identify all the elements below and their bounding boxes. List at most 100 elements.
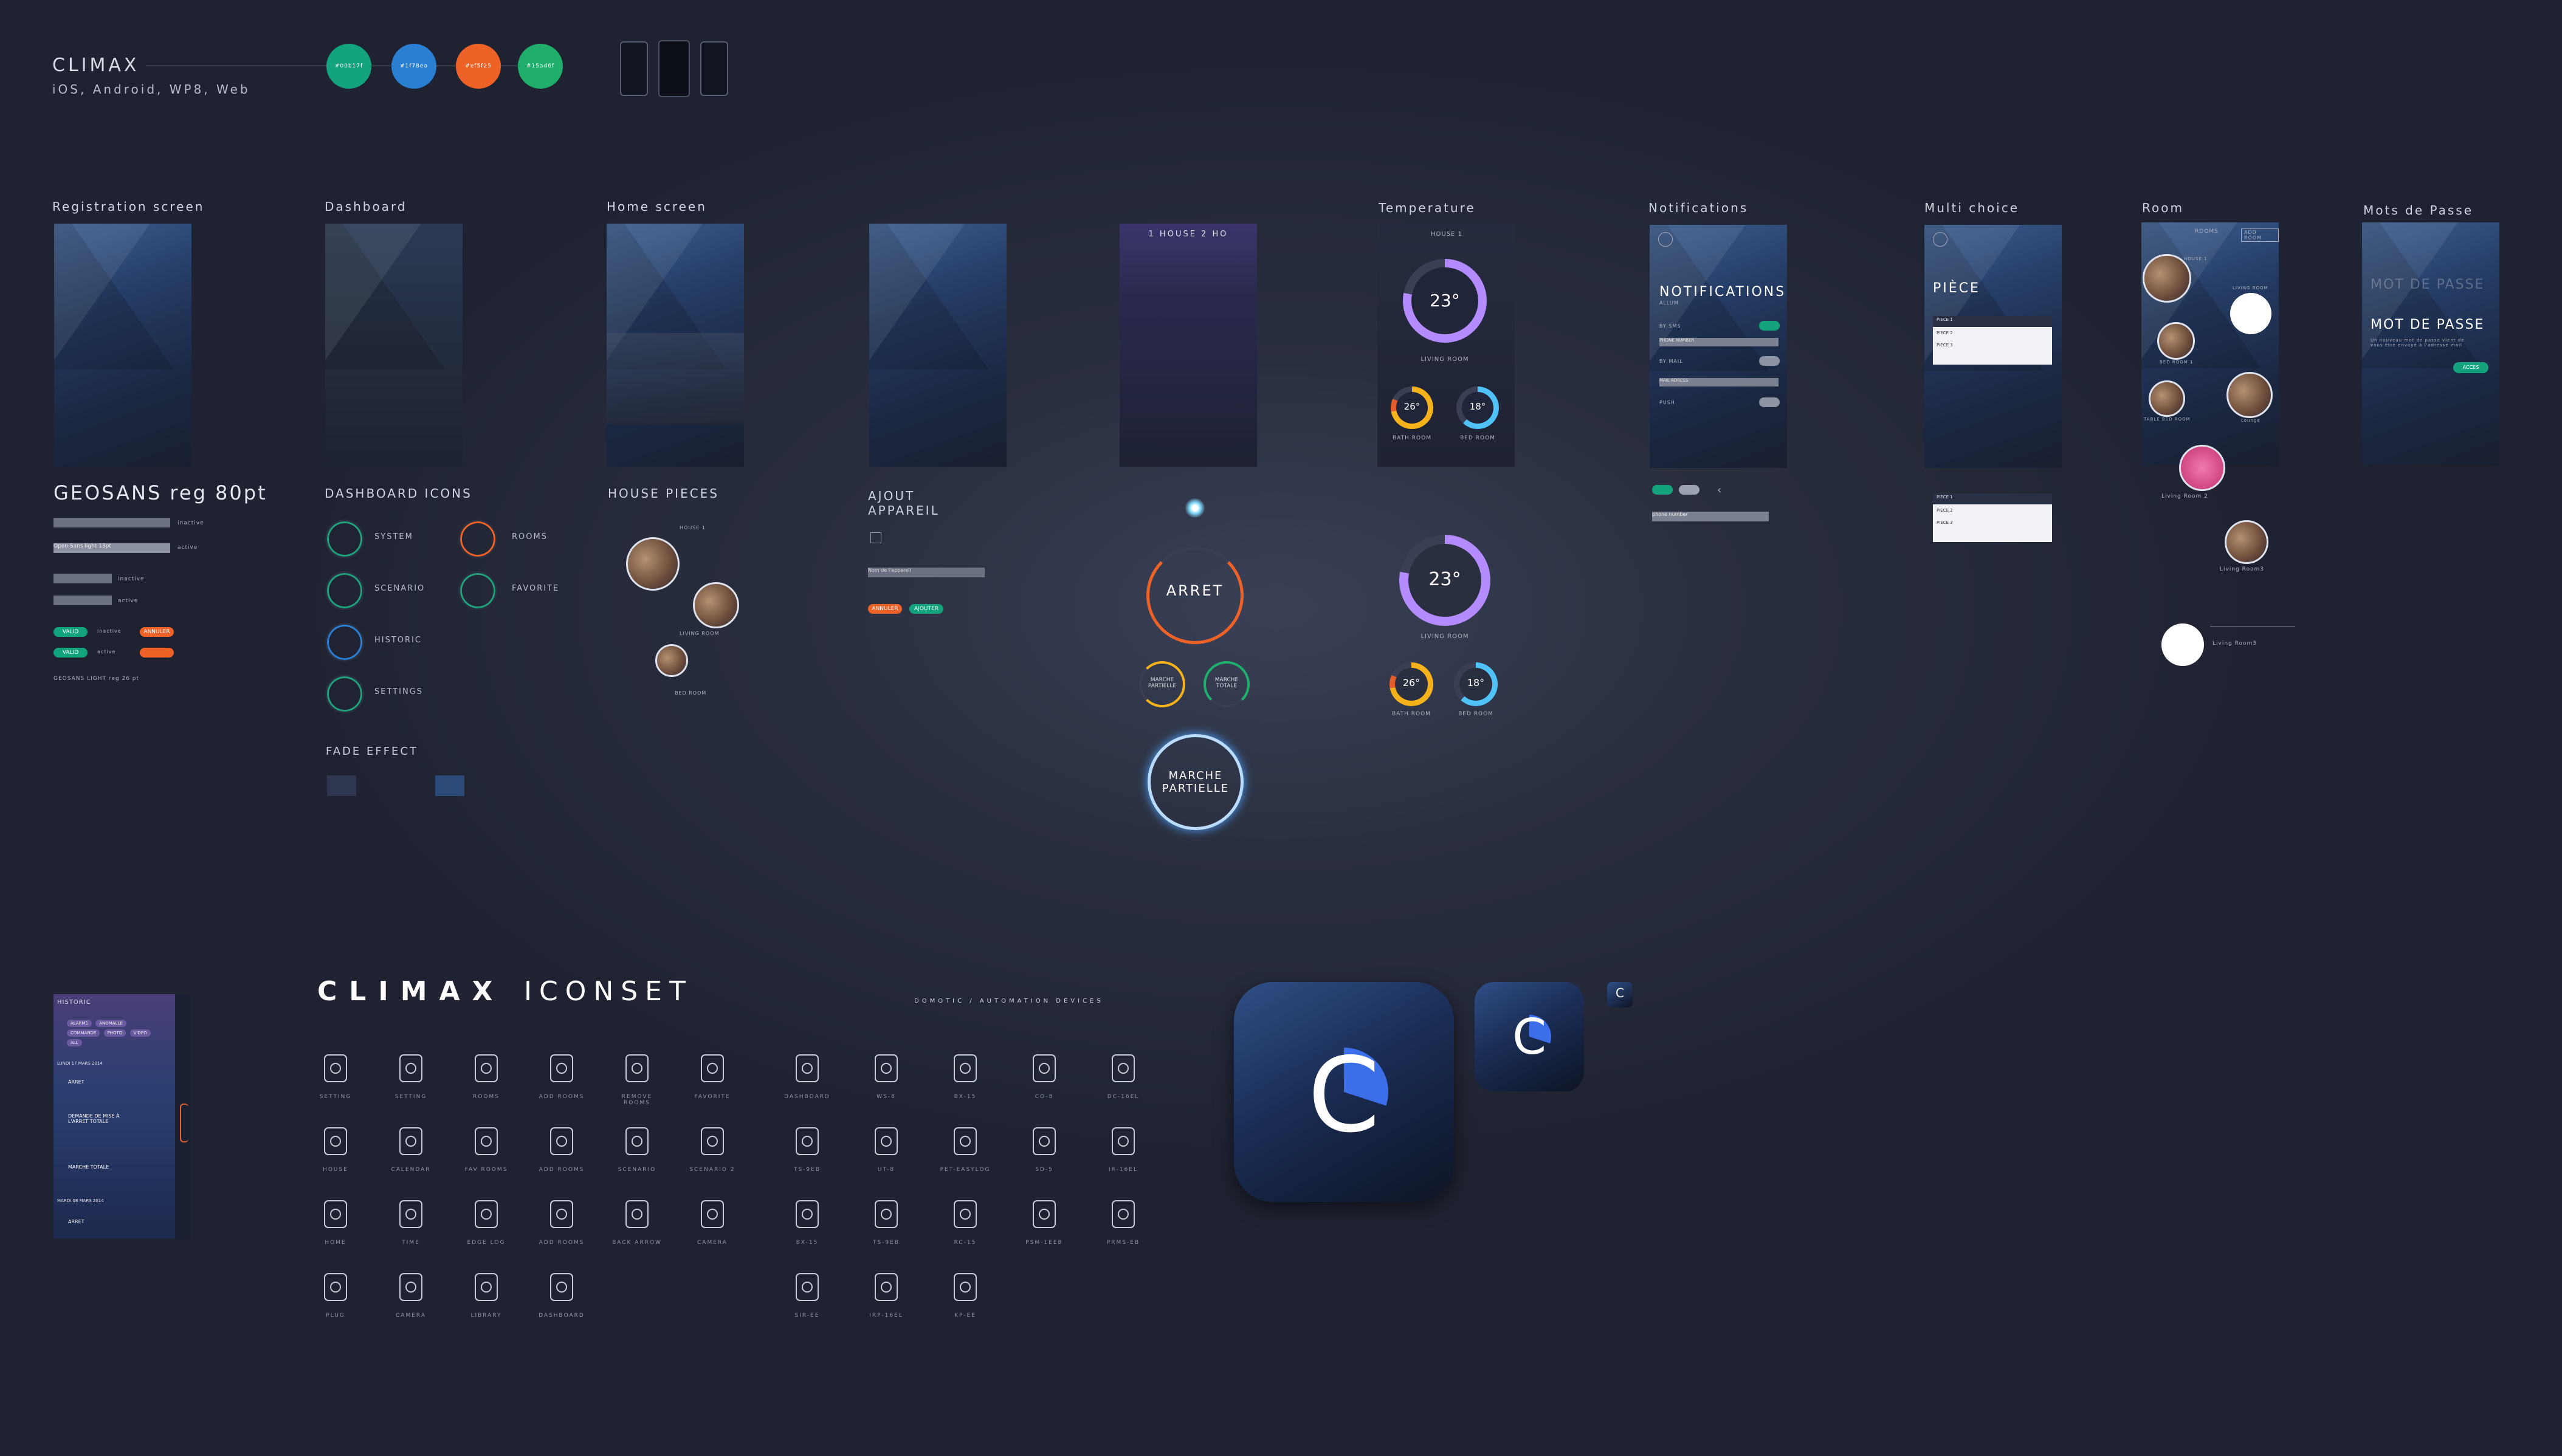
acces-button[interactable]: ACCES — [2453, 362, 2488, 373]
piece-option-2[interactable]: PIECE 2 — [1933, 504, 2052, 517]
toggle-sample-off[interactable] — [1679, 485, 1699, 495]
dashboard-screen[interactable] — [325, 224, 463, 467]
psm-1eeb-icon[interactable] — [1024, 1193, 1065, 1235]
scenario-icon[interactable] — [616, 1121, 658, 1162]
mail-address-field[interactable]: MAIL ADRESS — [1659, 378, 1779, 386]
historic-screen[interactable]: HISTORIC ALARMS ANOMALLE COMMANDE PHOTO … — [53, 994, 191, 1238]
house-tabs-screen[interactable]: 1 HOUSE 2 HO — [1120, 224, 1257, 467]
home-icon[interactable] — [315, 1193, 356, 1235]
piece-option-2[interactable]: PIECE 2 — [1933, 327, 2052, 339]
input-short-active[interactable] — [53, 596, 112, 605]
registration-screen[interactable] — [54, 224, 191, 467]
piece-dropdown[interactable]: PIECE 1 PIECE 2 PIECE 3 — [1933, 316, 2052, 365]
prms-eb-icon[interactable] — [1103, 1193, 1144, 1235]
fav-rooms-icon[interactable] — [466, 1121, 507, 1162]
scenario-icon[interactable] — [325, 571, 364, 610]
library-icon[interactable] — [466, 1266, 507, 1308]
temp-house-tab[interactable]: HOUSE 1 — [1431, 231, 1462, 238]
time-icon[interactable] — [390, 1193, 432, 1235]
settings-icon[interactable] — [325, 675, 364, 713]
piece-option-3[interactable]: PIECE 3 — [1933, 517, 2052, 529]
favorite-icon[interactable] — [692, 1048, 733, 1089]
room-circle-living[interactable] — [2230, 293, 2271, 334]
piece-dropdown-sample[interactable]: PIECE 1 PIECE 2 PIECE 3 — [1933, 493, 2052, 542]
room-photo-bed[interactable] — [2157, 322, 2195, 360]
room-screen[interactable]: ROOMS ADD ROOM HOUSE 1 LIVING ROOM BED R… — [2141, 222, 2279, 465]
room-add-circle[interactable] — [2161, 623, 2204, 666]
annuler-button-active[interactable] — [140, 648, 174, 658]
co-8-icon[interactable] — [1024, 1048, 1065, 1089]
sir-ee-icon[interactable] — [787, 1266, 828, 1308]
ts-9eb-icon[interactable] — [787, 1121, 828, 1162]
living-room-photo[interactable] — [693, 582, 739, 628]
ajout-annuler-button[interactable]: ANNULER — [868, 604, 902, 614]
setting-icon[interactable] — [390, 1048, 432, 1089]
annuler-button-inactive[interactable]: ANNULER — [140, 627, 174, 637]
app-icon-medium[interactable]: C — [1475, 982, 1584, 1091]
piece-option-3[interactable]: PIECE 3 — [1933, 339, 2052, 351]
add-rooms-icon[interactable] — [541, 1193, 582, 1235]
app-icon-small[interactable]: C — [1607, 982, 1633, 1008]
ut-8-icon[interactable] — [866, 1121, 907, 1162]
house-photo[interactable] — [626, 537, 680, 591]
home-screen-2[interactable] — [869, 224, 1007, 467]
room-photo-lounge[interactable] — [2226, 372, 2273, 418]
back-arrow-icon[interactable] — [616, 1193, 658, 1235]
dashboard-icon[interactable] — [787, 1048, 828, 1089]
ts-9eb-icon[interactable] — [866, 1193, 907, 1235]
input-inactive[interactable] — [53, 518, 170, 527]
dashboard-icon[interactable] — [541, 1266, 582, 1308]
toggle-push[interactable] — [1759, 397, 1780, 407]
remove-rooms-icon[interactable] — [616, 1048, 658, 1089]
notifications-screen[interactable]: NOTIFICATIONS ALLUM BY SMS PHONE NUMBER … — [1650, 225, 1787, 468]
camera-icon[interactable] — [692, 1193, 733, 1235]
ir-16el-icon[interactable] — [1103, 1121, 1144, 1162]
password-screen[interactable]: MOT DE PASSE MOT DE PASSE Un nouveau mot… — [2362, 222, 2499, 465]
room-photo-house[interactable] — [2143, 254, 2191, 303]
sd-5-icon[interactable] — [1024, 1121, 1065, 1162]
temperature-screen[interactable]: HOUSE 1 23° LIVING ROOM 26° BATH ROOM 18… — [1377, 224, 1515, 467]
pet-easylog-icon[interactable] — [945, 1121, 986, 1162]
multichoice-screen[interactable]: PIÈCE PIECE 1 PIECE 2 PIECE 3 — [1924, 225, 2062, 468]
chevron-left-icon[interactable]: ‹ — [1717, 484, 1721, 496]
rooms-icon[interactable] — [466, 1048, 507, 1089]
historic-icon[interactable] — [325, 623, 364, 662]
irp-16el-icon[interactable] — [866, 1266, 907, 1308]
house-icon[interactable] — [315, 1121, 356, 1162]
ws-8-icon[interactable] — [866, 1048, 907, 1089]
bx-15-icon[interactable] — [787, 1193, 828, 1235]
system-icon[interactable] — [325, 520, 364, 558]
bed-room-photo[interactable] — [655, 644, 688, 677]
toggle-sms[interactable] — [1759, 321, 1780, 331]
phone-number-field-sample[interactable]: phone number — [1652, 512, 1769, 521]
piece-option-1[interactable]: PIECE 1 — [1933, 316, 2052, 327]
valid-button-active[interactable]: VALID — [53, 648, 88, 658]
scenario-2-icon[interactable] — [692, 1121, 733, 1162]
setting-icon[interactable] — [315, 1048, 356, 1089]
room-photo-pink[interactable] — [2179, 445, 2225, 491]
rooms-icon[interactable] — [458, 520, 497, 558]
app-icon-large[interactable]: C — [1234, 982, 1454, 1202]
back-icon[interactable] — [1658, 232, 1673, 247]
valid-button-inactive[interactable]: VALID — [53, 627, 88, 637]
add-rooms-icon[interactable] — [541, 1121, 582, 1162]
room-photo-living3[interactable] — [2225, 520, 2268, 564]
input-active[interactable]: Open Sans light 13pt — [53, 543, 170, 553]
toggle-mail[interactable] — [1759, 356, 1780, 366]
ajout-ajouter-button[interactable]: AJOUTER — [909, 604, 943, 614]
house-tabs[interactable]: 1 HOUSE 2 HO — [1120, 230, 1257, 239]
back-icon[interactable] — [1933, 232, 1947, 247]
room-photo-table[interactable] — [2149, 380, 2185, 417]
calendar-icon[interactable] — [390, 1121, 432, 1162]
edge-log-icon[interactable] — [466, 1193, 507, 1235]
plug-icon[interactable] — [315, 1266, 356, 1308]
camera-icon[interactable] — [390, 1266, 432, 1308]
bx-15-icon[interactable] — [945, 1048, 986, 1089]
kp-ee-icon[interactable] — [945, 1266, 986, 1308]
piece-option-1[interactable]: PIECE 1 — [1933, 493, 2052, 504]
add-room-button[interactable]: ADD ROOM — [2241, 228, 2279, 242]
device-name-field[interactable]: Nom de l'appareil — [868, 568, 985, 577]
rc-15-icon[interactable] — [945, 1193, 986, 1235]
historic-chips[interactable]: ALARMS ANOMALLE COMMANDE PHOTO VIDEO ALL — [66, 1018, 163, 1048]
input-short-inactive[interactable] — [53, 574, 112, 583]
